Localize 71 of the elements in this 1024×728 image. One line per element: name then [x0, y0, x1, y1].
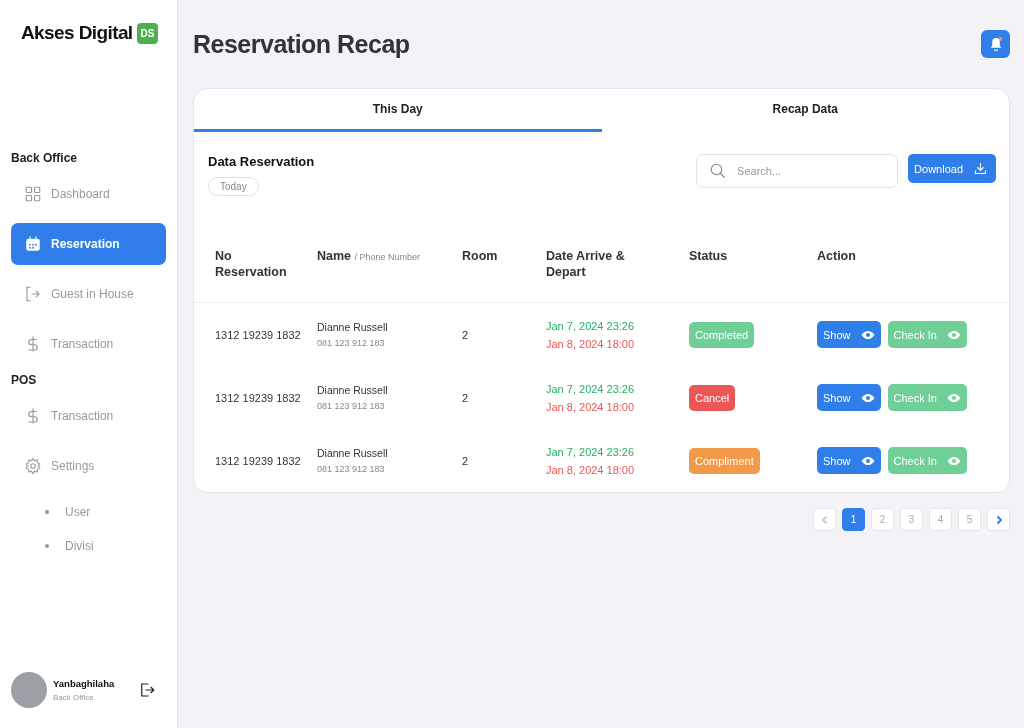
room-number: 2	[462, 328, 469, 341]
column-header: Action	[817, 248, 856, 264]
show-button[interactable]: Show	[817, 384, 881, 411]
sidebar-item[interactable]: Transaction	[11, 395, 166, 437]
arrive-date: Jan 7, 2024 23:26	[546, 319, 636, 332]
search-field[interactable]: Search...	[696, 154, 899, 188]
guest-name: Dianne Russell	[317, 384, 389, 396]
show-button[interactable]: Show	[817, 321, 881, 348]
gear-icon	[24, 457, 42, 475]
download-icon	[973, 161, 988, 176]
sidebar-item[interactable]: Guest in House	[11, 273, 166, 315]
tab[interactable]: Recap Data	[601, 89, 1009, 132]
room-number: 2	[462, 454, 469, 467]
page-button[interactable]: 4	[929, 508, 952, 531]
room-number: 2	[462, 391, 469, 404]
submenu-item[interactable]: Divisi	[65, 539, 94, 553]
grid-icon	[24, 185, 42, 203]
search-icon	[709, 162, 728, 180]
phone-number: 081 123 912 183	[317, 401, 386, 411]
reservation-number: 1312 19239 1832	[215, 328, 301, 341]
notification-button[interactable]	[981, 30, 1010, 58]
phone-number: 081 123 912 183	[317, 464, 386, 474]
sidebar-item[interactable]: Reservation	[11, 223, 166, 265]
check-in-button[interactable]: Check In	[887, 321, 967, 348]
tab[interactable]: This Day	[194, 89, 602, 132]
status-badge: Compliment	[689, 447, 760, 474]
page-button[interactable]: 1	[842, 508, 865, 531]
status-badge: Cancel	[689, 384, 736, 411]
chevron-left-icon	[819, 514, 830, 525]
next-page-button[interactable]	[987, 508, 1010, 531]
download-button[interactable]: Download	[908, 154, 996, 183]
column-header: Date Arrive & Depart	[546, 248, 626, 280]
phone-number: 081 123 912 183	[317, 338, 386, 348]
user-role: Back Office	[53, 693, 95, 702]
column-header: Room	[462, 248, 498, 264]
status-badge: Completed	[689, 321, 755, 348]
sidebar-item[interactable]: Dashboard	[11, 173, 166, 215]
bullet-icon	[45, 544, 49, 548]
column-header: No Reservation	[215, 248, 288, 280]
depart-date: Jan 8, 2024 18:00	[546, 463, 636, 476]
arrive-date: Jan 7, 2024 23:26	[546, 445, 636, 458]
logout-icon[interactable]	[138, 681, 156, 699]
section-title: Back Office	[11, 151, 79, 165]
calendar-icon	[24, 235, 42, 253]
sidebar-item[interactable]: Settings	[11, 445, 166, 487]
page-button[interactable]: 3	[900, 508, 923, 531]
user-name: Yanbaghilaha	[53, 678, 115, 689]
submenu-item[interactable]: User	[65, 505, 91, 519]
brand-name: Akses Digital	[21, 22, 133, 44]
enter-icon	[24, 285, 42, 303]
bullet-icon	[45, 510, 49, 514]
column-header: Name / Phone Number	[317, 249, 421, 263]
page-button[interactable]: 2	[871, 508, 894, 531]
arrive-date: Jan 7, 2024 23:26	[546, 382, 636, 395]
sidebar-item[interactable]: Transaction	[11, 323, 166, 365]
reservation-number: 1312 19239 1832	[215, 391, 301, 404]
page-title: Reservation Recap	[193, 29, 410, 59]
avatar	[11, 672, 47, 708]
section-title: POS	[11, 373, 38, 387]
show-button[interactable]: Show	[817, 447, 881, 474]
page-button[interactable]: 5	[958, 508, 981, 531]
depart-date: Jan 8, 2024 18:00	[546, 400, 636, 413]
section-title: Data Reservation	[208, 154, 315, 169]
column-header: Status	[689, 248, 728, 264]
depart-date: Jan 8, 2024 18:00	[546, 337, 636, 350]
reservation-number: 1312 19239 1832	[215, 454, 301, 467]
check-in-button[interactable]: Check In	[887, 384, 967, 411]
guest-name: Dianne Russell	[317, 321, 389, 333]
check-in-button[interactable]: Check In	[887, 447, 967, 474]
guest-name: Dianne Russell	[317, 447, 389, 459]
brand-badge: DS	[136, 22, 159, 44]
